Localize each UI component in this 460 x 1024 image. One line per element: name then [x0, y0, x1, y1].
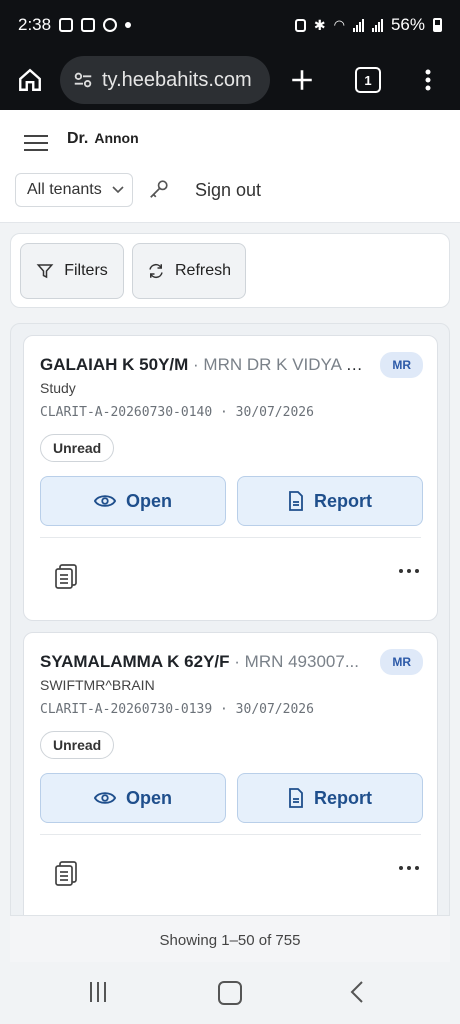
- report-button[interactable]: Report: [237, 476, 423, 526]
- address-bar[interactable]: ty.heebahits.com: [60, 56, 270, 104]
- key-button[interactable]: [148, 178, 170, 205]
- accession-date: CLARIT-A-20260730-0139 · 30/07/2026: [40, 702, 314, 717]
- tenant-selected: All tenants: [27, 181, 102, 198]
- key-icon: [150, 180, 168, 198]
- more-notifications-icon: [125, 22, 132, 28]
- clipboard-icon: [55, 861, 77, 886]
- open-button[interactable]: Open: [40, 476, 226, 526]
- study-title: SYAMALAMMA K 62Y/F · MRN 493007...: [40, 652, 370, 672]
- screenshot-icon: [81, 18, 96, 32]
- clipboard-button[interactable]: [54, 860, 78, 891]
- home-icon: [19, 68, 41, 91]
- signout-link[interactable]: Sign out: [195, 180, 261, 201]
- study-description: SWIFTMR^BRAIN: [40, 677, 155, 693]
- pagination-bar: Showing 1–50 of 755: [10, 915, 450, 964]
- doctor-name-text: Annon: [94, 130, 139, 146]
- patient-name: SYAMALAMMA K 62Y/F: [40, 652, 230, 671]
- clipboard-button[interactable]: [54, 563, 78, 594]
- study-card[interactable]: SYAMALAMMA K 62Y/F · MRN 493007... MR SW…: [23, 632, 438, 932]
- filter-icon: [36, 264, 54, 279]
- study-title: GALAIAH K 50Y/M · MRN DR K VIDYA S...: [40, 355, 370, 375]
- system-nav-bar: [0, 962, 460, 1024]
- doctor-prefix: Dr.: [67, 130, 89, 147]
- study-description: Study: [40, 380, 76, 396]
- more-options-icon[interactable]: [399, 569, 419, 573]
- patient-mrn: · MRN DR K VIDYA S...: [193, 355, 370, 374]
- menu-button[interactable]: [24, 130, 48, 154]
- open-label: Open: [125, 490, 172, 511]
- patient-name: GALAIAH K 50Y/M: [40, 355, 189, 374]
- study-card[interactable]: GALAIAH K 50Y/M · MRN DR K VIDYA S... MR…: [23, 335, 438, 621]
- new-tab-button[interactable]: [282, 60, 322, 100]
- pagination-summary: Showing 1–50 of 755: [159, 931, 301, 949]
- back-button[interactable]: [350, 980, 364, 1009]
- accession-date: CLARIT-A-20260730-0140 · 30/07/2026: [40, 405, 314, 420]
- report-label: Report: [314, 787, 372, 808]
- browser-toolbar: ty.heebahits.com: [0, 50, 460, 110]
- url-text[interactable]: ty.heebahits.com: [102, 69, 252, 92]
- open-label: Open: [125, 787, 172, 808]
- card-divider: [40, 834, 421, 835]
- report-label: Report: [314, 490, 372, 511]
- tab-count: 1: [355, 67, 381, 93]
- document-icon: [289, 788, 303, 808]
- signal-2-icon: [371, 18, 383, 32]
- clock: 2:38: [18, 15, 52, 34]
- gallery-icon: [59, 18, 74, 32]
- patient-mrn: · MRN 493007...: [234, 652, 360, 671]
- app-notification-icon: [103, 18, 118, 32]
- card-divider: [40, 537, 421, 538]
- clipboard-icon: [55, 564, 77, 589]
- tenant-select[interactable]: All tenants: [15, 173, 133, 207]
- tab-switcher-button[interactable]: 1: [348, 60, 388, 100]
- hamburger-line: [24, 142, 48, 144]
- eye-icon: [93, 792, 116, 804]
- site-settings-icon[interactable]: [72, 69, 94, 91]
- doctor-name: Dr. Annon: [67, 130, 139, 148]
- refresh-icon: [149, 263, 163, 279]
- modality-badge: MR: [380, 649, 423, 675]
- recents-button[interactable]: [90, 982, 106, 1002]
- modality-badge: MR: [380, 352, 423, 378]
- open-button[interactable]: Open: [40, 773, 226, 823]
- battery-level: 56%: [390, 15, 425, 34]
- study-list: GALAIAH K 50Y/M · MRN DR K VIDYA S... MR…: [10, 323, 450, 963]
- home-button[interactable]: [218, 981, 242, 1005]
- more-vert-icon: [425, 69, 431, 91]
- status-badge: Unread: [40, 434, 115, 462]
- chevron-down-icon: [112, 186, 124, 194]
- eye-icon: [93, 495, 116, 507]
- hamburger-line: [24, 149, 48, 151]
- more-options-icon[interactable]: [399, 866, 419, 870]
- back-icon: [350, 981, 363, 1003]
- battery-icon: [433, 18, 442, 32]
- status-bar: 2:38 ✱ ◠ 56%: [0, 0, 460, 50]
- browser-menu-button[interactable]: [408, 60, 448, 100]
- plus-icon: [292, 70, 312, 90]
- signal-icon: [352, 18, 364, 32]
- filter-panel: Filters Refresh: [10, 233, 450, 308]
- bluetooth-icon: ✱: [313, 16, 326, 33]
- filters-label: Filters: [64, 262, 108, 279]
- status-badge: Unread: [40, 731, 115, 759]
- wifi-icon: ◠: [333, 17, 345, 32]
- lock-icon: [294, 18, 306, 32]
- document-icon: [289, 491, 303, 511]
- report-button[interactable]: Report: [237, 773, 423, 823]
- filters-button[interactable]: Filters: [20, 243, 124, 299]
- browser-home-button[interactable]: [12, 62, 48, 98]
- refresh-label: Refresh: [174, 262, 232, 279]
- refresh-button[interactable]: Refresh: [132, 243, 246, 299]
- hamburger-line: [24, 135, 48, 137]
- app-header: Dr. Annon All tenants Sign out: [0, 110, 460, 223]
